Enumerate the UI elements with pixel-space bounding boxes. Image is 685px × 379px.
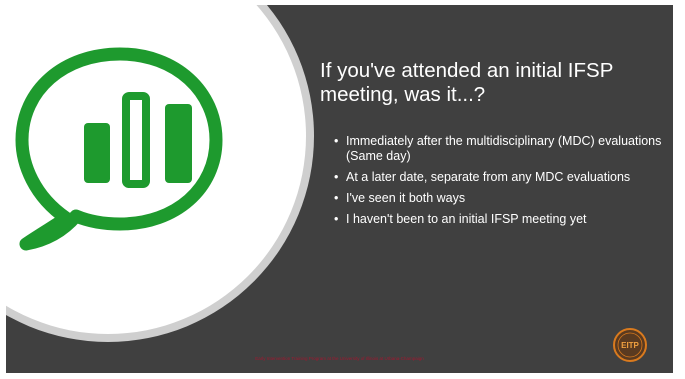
poll-speech-bubble-icon (15, 47, 223, 251)
bullet-item: • Immediately after the multidisciplinar… (334, 134, 666, 164)
bullet-text: I haven't been to an initial IFSP meetin… (346, 212, 587, 226)
bullet-dot: • (334, 134, 339, 148)
bullet-dot: • (334, 212, 339, 226)
bullet-list: • Immediately after the multidisciplinar… (334, 134, 666, 233)
bullet-item: • I've seen it both ways (334, 191, 666, 206)
bullet-item: • At a later date, separate from any MDC… (334, 170, 666, 185)
bullet-item: • I haven't been to an initial IFSP meet… (334, 212, 666, 227)
bullet-dot: • (334, 191, 339, 205)
bullet-text: I've seen it both ways (346, 191, 466, 205)
eitp-logo-icon: EITP (613, 328, 647, 362)
slide-title: If you've attended an initial IFSP meeti… (320, 59, 613, 106)
bullet-dot: • (334, 170, 339, 184)
bullet-text: At a later date, separate from any MDC e… (346, 170, 631, 184)
slide: If you've attended an initial IFSP meeti… (6, 5, 673, 373)
slide-footer: Early Intervention Training Program at t… (255, 356, 424, 361)
eitp-logo-text: EITP (621, 341, 639, 350)
bullet-text: Immediately after the multidisciplinary … (346, 134, 662, 163)
